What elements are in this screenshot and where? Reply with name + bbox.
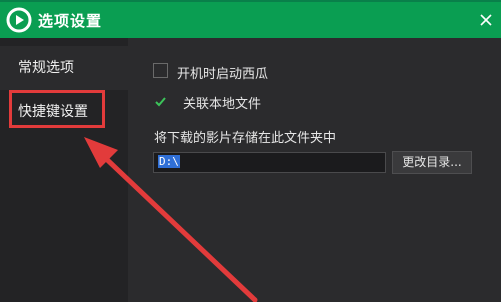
- annotation-highlight-box: [9, 90, 105, 128]
- autostart-label: 开机时启动西瓜: [177, 67, 269, 82]
- change-directory-button[interactable]: 更改目录...: [392, 151, 472, 174]
- close-icon[interactable]: [476, 10, 496, 30]
- window-title: 选项设置: [38, 12, 103, 30]
- checkmark-icon: [155, 97, 166, 107]
- autostart-checkbox[interactable]: [153, 63, 168, 78]
- title-bar: 选项设置: [0, 0, 501, 38]
- associate-files-label: 关联本地文件: [183, 97, 262, 112]
- download-folder-label: 将下载的影片存储在此文件夹中: [154, 131, 337, 146]
- associate-files-checkbox[interactable]: [153, 94, 168, 109]
- download-path-value: D:\: [158, 155, 180, 168]
- sidebar-item-label: 常规选项: [18, 60, 74, 76]
- app-logo-icon: [6, 7, 32, 33]
- settings-panel: 开机时启动西瓜 关联本地文件 将下载的影片存储在此文件夹中 D:\ 更改目录..…: [128, 38, 501, 302]
- download-path-input[interactable]: D:\: [153, 152, 386, 173]
- sidebar: 常规选项 快捷键设置: [0, 38, 128, 302]
- sidebar-item-general[interactable]: 常规选项: [0, 46, 128, 90]
